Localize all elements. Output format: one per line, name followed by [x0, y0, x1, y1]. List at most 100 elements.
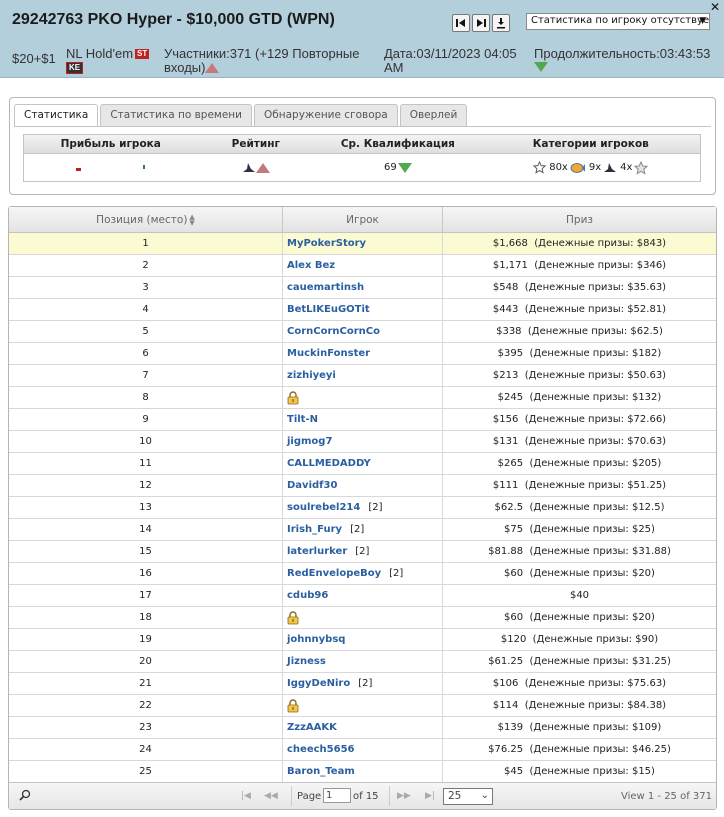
tab-statistics-over-time[interactable]: Статистика по времени: [100, 104, 252, 126]
table-row[interactable]: 25 Baron_Team $45 (Денежные призы: $15): [9, 761, 716, 783]
player-name-link[interactable]: soulrebel214: [287, 502, 360, 513]
prize-cell: $60 (Денежные призы: $20): [504, 568, 655, 579]
date-info: Дата:03/11/2023 04:05 AM: [384, 47, 517, 75]
player-name-link[interactable]: Davidf30: [287, 480, 337, 491]
table-row[interactable]: 14 Irish_Fury [2] $75 (Денежные призы: $25): [9, 519, 716, 541]
tab-collusion-detection[interactable]: Обнаружение сговора: [253, 104, 398, 126]
table-row[interactable]: 2 Alex Bez $1,171 (Денежные призы: $346): [9, 255, 716, 277]
tab-statistics[interactable]: Статистика: [14, 104, 99, 127]
table-row[interactable]: 18 $60 (Денежные призы: $20): [9, 607, 716, 629]
player-name-link[interactable]: ZzzAAKK: [287, 722, 337, 733]
table-row[interactable]: 13 soulrebel214 [2] $62.5 (Денежные призы: …: [9, 497, 716, 519]
table-row[interactable]: 23 ZzzAAKK $139 (Денежные призы: $109): [9, 717, 716, 739]
table-row[interactable]: 7 zizhiyeyi $213 (Денежные призы: $50.63): [9, 365, 716, 387]
table-row[interactable]: 5 CornCornCornCo $338 (Денежные призы: $62…: [9, 321, 716, 343]
pager-separator: [291, 786, 292, 806]
table-row[interactable]: 4 BetLIKEuGOTit $443 (Денежные призы: $52.…: [9, 299, 716, 321]
position-cell: 18: [9, 607, 283, 628]
player-name-link[interactable]: CALLMEDADDY: [287, 458, 371, 469]
table-row[interactable]: 11 CALLMEDADDY $265 (Денежные призы: $205): [9, 453, 716, 475]
search-icon[interactable]: [19, 789, 31, 804]
player-cell: CornCornCornCo: [283, 321, 443, 342]
table-row[interactable]: 3 cauemartinsh $548 (Денежные призы: $35.6…: [9, 277, 716, 299]
player-name-link[interactable]: Alex Bez: [287, 260, 335, 271]
position-cell: 19: [9, 629, 283, 650]
table-row[interactable]: 22 $114 (Денежные призы: $84.38): [9, 695, 716, 717]
player-cell: Baron_Team: [283, 761, 443, 782]
player-cell: cauemartinsh: [283, 277, 443, 298]
position-cell: 15: [9, 541, 283, 562]
player-name-link[interactable]: zizhiyeyi: [287, 370, 336, 381]
table-row[interactable]: 9 Tilt-N $156 (Денежные призы: $72.66): [9, 409, 716, 431]
shark-icon: [242, 162, 255, 172]
player-name-link[interactable]: MuckinFonster: [287, 348, 370, 359]
player-name-link[interactable]: cdub96: [287, 590, 328, 601]
column-header-prize[interactable]: Приз: [443, 207, 716, 232]
results-table: Позиция (место) ▲ ▼ Игрок Приз 1 MyPokerSt…: [8, 206, 717, 810]
table-row[interactable]: 24 cheech5656 $76.25 (Денежные призы: $46.…: [9, 739, 716, 761]
first-page-icon[interactable]: |◀: [241, 791, 251, 801]
close-icon[interactable]: ✕: [710, 0, 720, 14]
position-cell: 23: [9, 717, 283, 738]
player-name-link[interactable]: Irish_Fury: [287, 524, 342, 535]
table-row[interactable]: 19 johnnybsq $120 (Денежные призы: $90): [9, 629, 716, 651]
rows-per-page-select[interactable]: 25 ⌄: [443, 788, 493, 805]
prev-page-icon[interactable]: ◀◀: [264, 791, 278, 801]
prize-cell: $111 (Денежные призы: $51.25): [492, 480, 667, 491]
player-name-link[interactable]: IggyDeNiro: [287, 678, 350, 689]
prize-cell: $76.25 (Денежные призы: $46.25): [488, 744, 671, 755]
table-row[interactable]: 10 jigmog7 $131 (Денежные призы: $70.63): [9, 431, 716, 453]
next-tournament-button[interactable]: [472, 14, 490, 32]
player-cell: Tilt-N: [283, 409, 443, 430]
page-number-value: 1: [323, 788, 351, 803]
player-name-link[interactable]: RedEnvelopeBoy: [287, 568, 381, 579]
player-stat-select[interactable]: Статистика по игроку отсутствует ▼: [526, 13, 710, 30]
sort-icon: ▲ ▼: [189, 212, 195, 227]
player-profit-sparkline: [24, 154, 197, 181]
player-cell: cdub96: [283, 585, 443, 606]
player-cell: CALLMEDADDY: [283, 453, 443, 474]
table-row[interactable]: 12 Davidf30 $111 (Денежные призы: $51.25): [9, 475, 716, 497]
table-row[interactable]: 15 laterlurker [2] $81.88 (Денежные призы: …: [9, 541, 716, 563]
navigation-buttons: [452, 14, 510, 32]
table-row[interactable]: 1 MyPokerStory $1,668 (Денежные призы: $84…: [9, 233, 716, 255]
player-name-link[interactable]: jigmog7: [287, 436, 332, 447]
last-page-icon[interactable]: ▶|: [425, 791, 435, 801]
player-name-link[interactable]: Jizness: [287, 656, 326, 667]
next-page-icon[interactable]: ▶▶: [397, 791, 411, 801]
prize-cell: $81.88 (Денежные призы: $31.88): [488, 546, 671, 557]
player-name-link[interactable]: cheech5656: [287, 744, 355, 755]
participants-info: Участники:371 (+129 Повторные входы): [164, 47, 359, 75]
page-number-input[interactable]: 1: [323, 788, 351, 803]
player-cell: zizhiyeyi: [283, 365, 443, 386]
player-name-link[interactable]: laterlurker: [287, 546, 347, 557]
position-cell: 6: [9, 343, 283, 364]
knockout-badge: KE: [66, 62, 84, 74]
player-name-link[interactable]: Tilt-N: [287, 414, 318, 425]
rows-per-page-value: 25: [448, 790, 462, 802]
player-cell: RedEnvelopeBoy [2]: [283, 563, 443, 584]
first-tournament-button[interactable]: [452, 14, 470, 32]
player-name-link[interactable]: cauemartinsh: [287, 282, 364, 293]
tab-overlay[interactable]: Оверлей: [399, 104, 468, 126]
player-name-link[interactable]: johnnybsq: [287, 634, 345, 645]
player-name-link[interactable]: BetLIKEuGOTit: [287, 304, 370, 315]
reentry-count: [2]: [358, 678, 373, 689]
position-cell: 8: [9, 387, 283, 408]
table-row[interactable]: 6 MuckinFonster $395 (Денежные призы: $182…: [9, 343, 716, 365]
download-button[interactable]: [492, 14, 510, 32]
table-row[interactable]: 16 RedEnvelopeBoy [2] $60 (Денежные призы: …: [9, 563, 716, 585]
player-name-link[interactable]: CornCornCornCo: [287, 326, 380, 337]
table-row[interactable]: 17 cdub96 $40: [9, 585, 716, 607]
table-row[interactable]: 20 Jizness $61.25 (Денежные призы: $31.25): [9, 651, 716, 673]
prize-cell: $114 (Денежные призы: $84.38): [492, 700, 667, 711]
column-header-position[interactable]: Позиция (место) ▲ ▼: [9, 207, 283, 232]
page-count-label: of 15: [353, 791, 379, 802]
table-row[interactable]: 8 $245 (Денежные призы: $132): [9, 387, 716, 409]
player-cell: Irish_Fury [2]: [283, 519, 443, 540]
column-header-player[interactable]: Игрок: [283, 207, 443, 232]
table-row[interactable]: 21 IggyDeNiro [2] $106 (Денежные призы: $75…: [9, 673, 716, 695]
player-name-link[interactable]: MyPokerStory: [287, 238, 366, 249]
reentry-count: [2]: [350, 524, 365, 535]
player-name-link[interactable]: Baron_Team: [287, 766, 355, 777]
